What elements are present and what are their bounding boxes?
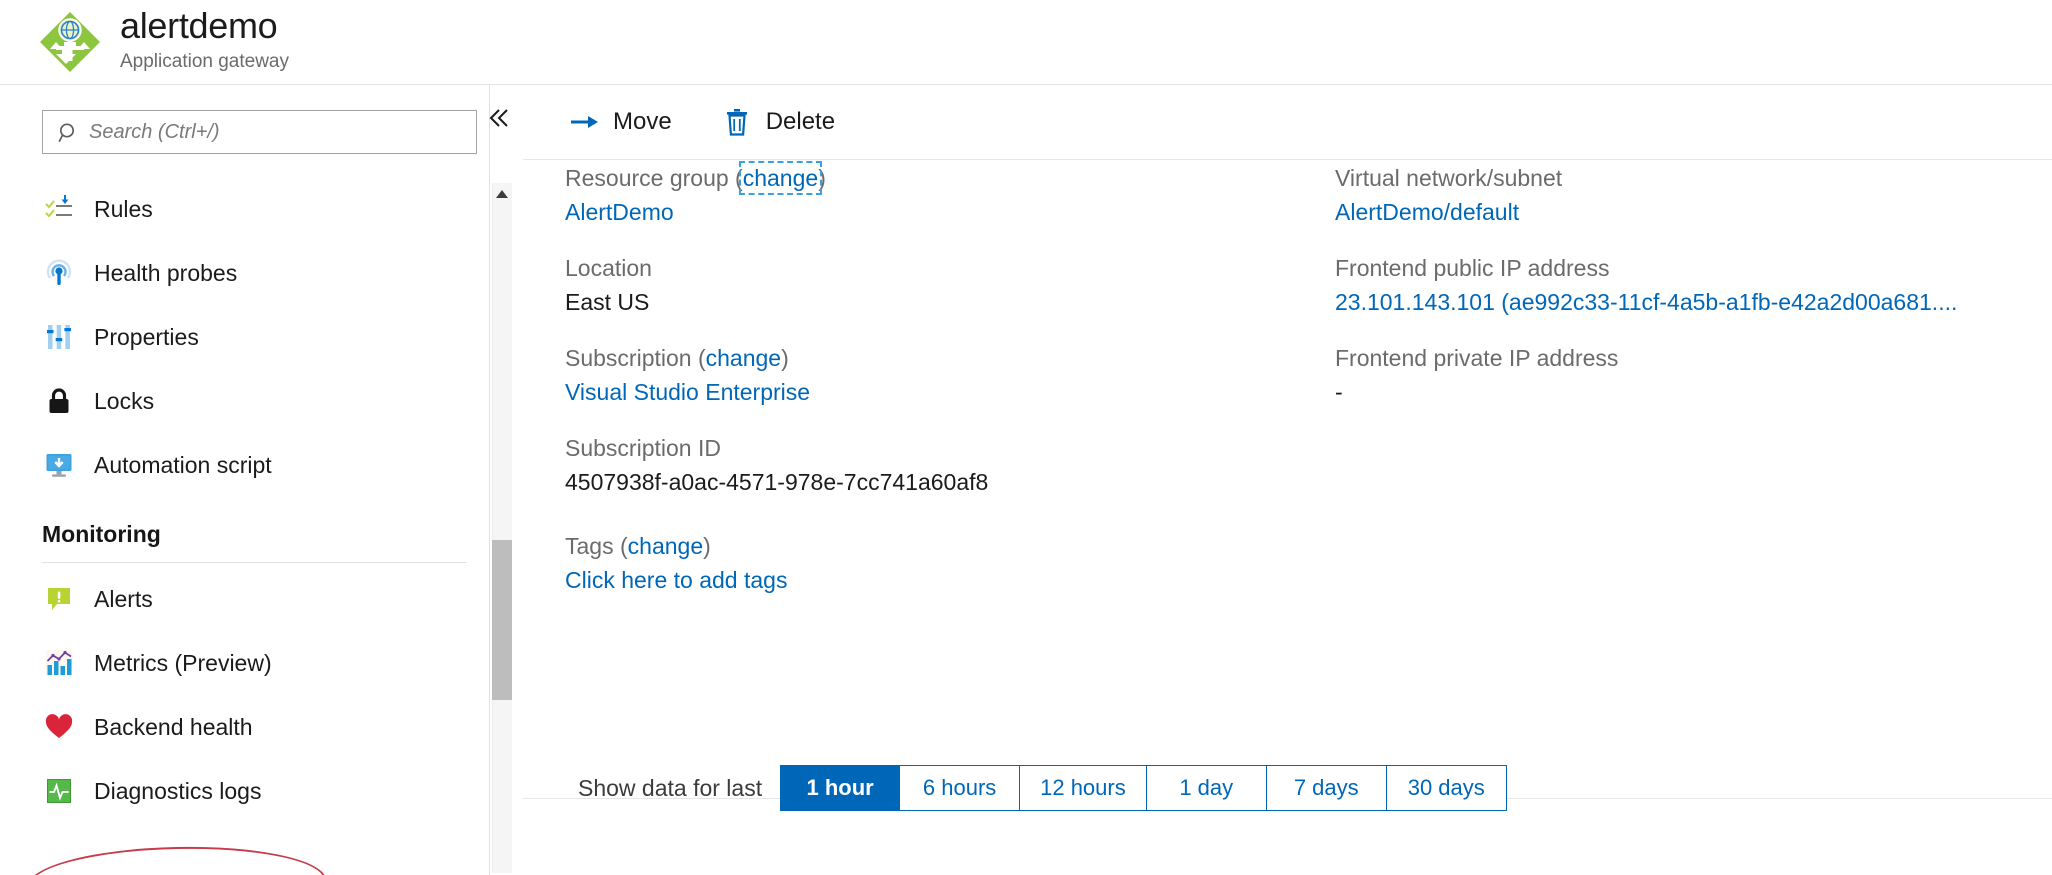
delete-button-label: Delete: [765, 108, 836, 135]
double-chevron-left-icon[interactable]: [482, 101, 516, 135]
subscription-change-link[interactable]: change: [706, 345, 781, 371]
property-label: Frontend public IP address: [1335, 255, 1610, 281]
rules-icon: [42, 192, 76, 226]
command-toolbar: Move Delete: [523, 85, 2052, 160]
property-frontend-public-ip: Frontend public IP address 23.101.143.10…: [1335, 251, 2035, 319]
resource-group-change-link[interactable]: change: [738, 161, 823, 195]
azure-portal-resource-blade: alertdemo Application gateway Search (Ct…: [0, 0, 2052, 875]
resource-type-subtitle: Application gateway: [120, 51, 289, 72]
automation-script-icon: [42, 448, 76, 482]
property-subscription-id: Subscription ID 4507938f-a0ac-4571-978e-…: [565, 431, 1265, 499]
sidebar-item-locks[interactable]: Locks: [0, 369, 489, 433]
sidebar-item-diagnostics-logs[interactable]: Diagnostics logs: [0, 759, 489, 823]
health-probe-icon: [42, 256, 76, 290]
sidebar-item-label: Backend health: [94, 714, 253, 740]
time-range-tab-30-days[interactable]: 30 days: [1386, 765, 1507, 811]
property-label-row: Resource group (change): [565, 161, 826, 195]
arrow-right-icon: [569, 107, 599, 137]
location-value: East US: [565, 289, 650, 315]
property-virtual-network: Virtual network/subnet AlertDemo/default: [1335, 161, 2035, 229]
time-range-selector: Show data for last 1 hour 6 hours 12 hou…: [523, 765, 2052, 811]
main-content: Move Delete Resource group (change) Aler…: [523, 85, 2052, 875]
sidebar-item-label: Rules: [94, 196, 153, 222]
resource-essentials: Resource group (change) AlertDemo Locati…: [523, 161, 2052, 799]
properties-icon: [42, 320, 76, 354]
property-label: Subscription ID: [565, 435, 721, 461]
sidebar-item-automation-script[interactable]: Automation script: [0, 433, 489, 497]
time-range-tab-1-hour[interactable]: 1 hour: [780, 765, 901, 811]
property-label: Resource group: [565, 165, 729, 191]
tags-change-link[interactable]: change: [628, 533, 703, 559]
sidebar-section-title: Monitoring: [42, 521, 161, 547]
delete-button[interactable]: Delete: [706, 98, 851, 146]
search-box[interactable]: [42, 110, 477, 154]
sidebar-section-monitoring: Monitoring: [0, 497, 489, 554]
virtual-network-value-link[interactable]: AlertDemo/default: [1335, 195, 2035, 229]
page-title: alertdemo: [120, 5, 278, 46]
property-label: Frontend private IP address: [1335, 345, 1619, 371]
property-label: Subscription: [565, 345, 692, 371]
subscription-value-link[interactable]: Visual Studio Enterprise: [565, 375, 1265, 409]
resource-group-value-link[interactable]: AlertDemo: [565, 195, 1265, 229]
sidebar-item-label: Health probes: [94, 260, 238, 286]
time-range-tabs: 1 hour 6 hours 12 hours 1 day 7 days 30 …: [780, 765, 1507, 811]
sidebar-search-row: [42, 110, 477, 154]
property-label: Tags: [565, 533, 614, 559]
property-subscription: Subscription (change) Visual Studio Ente…: [565, 341, 1265, 409]
subscription-id-value: 4507938f-a0ac-4571-978e-7cc741a60af8: [565, 469, 989, 495]
search-input[interactable]: [89, 111, 469, 153]
frontend-private-ip-value: -: [1335, 379, 1343, 405]
scrollbar-track[interactable]: [492, 183, 512, 873]
sidebar-nav: Rules Health probes Properties Locks Aut…: [0, 177, 489, 823]
sidebar-section-divider: [42, 562, 467, 563]
resource-sidebar: Rules Health probes: [0, 85, 512, 875]
sidebar-item-rules[interactable]: Rules: [0, 177, 489, 241]
move-button[interactable]: Move: [553, 98, 688, 146]
property-location: Location East US: [565, 251, 1265, 319]
trash-icon: [722, 107, 752, 137]
sidebar-item-alerts[interactable]: Alerts: [0, 567, 489, 631]
time-range-tab-12-hours[interactable]: 12 hours: [1020, 765, 1147, 811]
property-label-row: Tags (change): [565, 533, 711, 559]
metrics-chart-icon: [42, 646, 76, 680]
sidebar-item-label: Locks: [94, 388, 155, 414]
scroll-up-arrow-icon[interactable]: [492, 183, 512, 205]
essentials-left-column: Resource group (change) AlertDemo Locati…: [565, 161, 1265, 619]
sidebar-item-health-probes[interactable]: Health probes: [0, 241, 489, 305]
frontend-public-ip-value-link[interactable]: 23.101.143.101 (ae992c33-11cf-4a5b-a1fb-…: [1335, 285, 2035, 319]
property-label: Location: [565, 255, 652, 281]
sidebar-scrollbar[interactable]: [492, 85, 512, 875]
property-label-row: Subscription (change): [565, 345, 789, 371]
sidebar-item-label: Metrics (Preview): [94, 650, 272, 676]
sidebar-item-properties[interactable]: Properties: [0, 305, 489, 369]
essentials-right-column: Virtual network/subnet AlertDemo/default…: [1335, 161, 2035, 431]
property-label: Virtual network/subnet: [1335, 165, 1563, 191]
time-range-label: Show data for last: [578, 774, 763, 801]
alerts-icon: [42, 582, 76, 616]
search-icon: [57, 121, 81, 145]
resource-header: alertdemo Application gateway: [0, 0, 2052, 85]
sidebar-item-backend-health[interactable]: Backend health: [0, 695, 489, 759]
add-tags-link[interactable]: Click here to add tags: [565, 563, 1265, 597]
property-tags: Tags (change) Click here to add tags: [565, 529, 1265, 597]
header-text-group: alertdemo Application gateway: [120, 4, 289, 74]
heart-icon: [42, 710, 76, 744]
time-range-tab-1-day[interactable]: 1 day: [1146, 765, 1267, 811]
property-frontend-private-ip: Frontend private IP address -: [1335, 341, 2035, 409]
sidebar-item-label: Automation script: [94, 452, 272, 478]
sidebar-item-label: Diagnostics logs: [94, 778, 262, 804]
scrollbar-thumb[interactable]: [492, 540, 512, 700]
time-range-tab-6-hours[interactable]: 6 hours: [900, 765, 1021, 811]
sidebar-item-label: Alerts: [94, 586, 153, 612]
move-button-label: Move: [613, 108, 672, 135]
application-gateway-icon: [36, 8, 104, 76]
time-range-tab-7-days[interactable]: 7 days: [1266, 765, 1387, 811]
lock-icon: [42, 384, 76, 418]
diagnostics-logs-icon: [42, 774, 76, 808]
sidebar-item-metrics[interactable]: Metrics (Preview): [0, 631, 489, 695]
property-resource-group: Resource group (change) AlertDemo: [565, 161, 1265, 229]
annotation-ellipse-diagnostics-logs: [27, 843, 327, 875]
sidebar-item-label: Properties: [94, 324, 199, 350]
